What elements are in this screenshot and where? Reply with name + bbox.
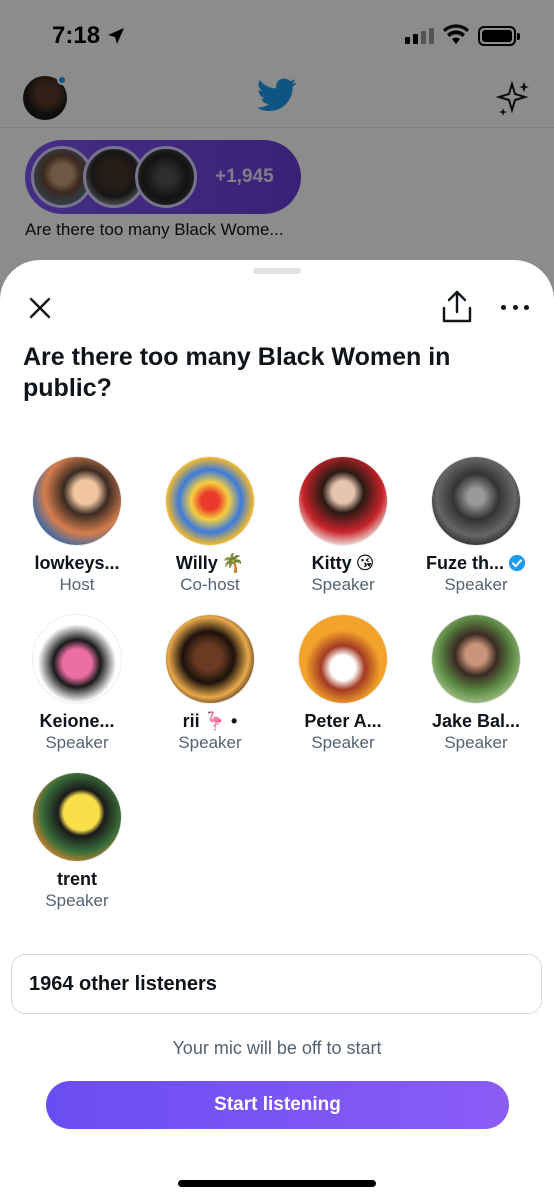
participant-name-text: rii (182, 710, 200, 731)
participant-name: trent (11, 868, 143, 890)
participant-name: rii 🦩 • (144, 710, 276, 732)
close-button[interactable] (22, 290, 58, 326)
participant-name-text: Fuze th... (426, 552, 504, 573)
participant-name-text: Jake Bal... (431, 710, 521, 731)
mic-note: Your mic will be off to start (172, 1038, 382, 1058)
participant-name-text: Peter A... (304, 710, 382, 731)
more-options-button[interactable] (498, 290, 532, 324)
home-indicator (178, 1180, 376, 1187)
participant-name: Willy 🌴 (144, 552, 276, 574)
more-dot (524, 304, 529, 310)
participant[interactable]: Willy 🌴 Co-host (144, 456, 276, 595)
participant-name: Keione... (11, 710, 143, 732)
participant-role: Speaker (178, 733, 242, 752)
participant-name-text: Kitty (311, 552, 352, 573)
space-sheet: Are there too many Black Women in public… (0, 260, 554, 1200)
participant-role: Speaker (311, 733, 375, 752)
verified-badge-icon (508, 554, 526, 572)
participant-avatar (32, 772, 122, 862)
participant-role: Speaker (311, 575, 375, 594)
participant-avatar (298, 614, 388, 704)
participant-avatar (32, 614, 122, 704)
participant-role: Speaker (444, 733, 508, 752)
participant[interactable]: Kitty 😘 Speaker (277, 456, 409, 595)
sheet-grabber[interactable] (253, 268, 301, 274)
more-dot (512, 304, 518, 310)
participant-emoji: 🌴 (221, 552, 245, 573)
participant[interactable]: Fuze th... Speaker (410, 456, 542, 595)
participant-emoji: 🦩 • (203, 710, 238, 731)
start-listening-button[interactable]: Start listening (46, 1081, 509, 1129)
participant-name: lowkeys... (11, 552, 143, 574)
share-button[interactable] (438, 288, 476, 326)
close-icon (29, 297, 51, 319)
participant-avatar (431, 614, 521, 704)
participant-name: Kitty 😘 (277, 552, 409, 574)
participant-role: Speaker (45, 891, 109, 910)
participant-name-text: trent (57, 868, 97, 889)
participant[interactable]: trent Speaker (11, 772, 143, 911)
participant-role: Co-host (180, 575, 240, 594)
participant-name-text: Willy (175, 552, 218, 573)
participant-name: Peter A... (277, 710, 409, 732)
participant-name-text: Keione... (39, 710, 115, 731)
participant-avatar (165, 456, 255, 546)
participant-name: Jake Bal... (410, 710, 542, 732)
more-dot (501, 304, 506, 310)
participant-role: Speaker (45, 733, 109, 752)
participant-emoji: 😘 (355, 552, 375, 573)
share-icon (442, 290, 472, 323)
participant[interactable]: Jake Bal... Speaker (410, 614, 542, 753)
space-title: Are there too many Black Women in public… (23, 343, 451, 402)
participant-avatar (32, 456, 122, 546)
participant-name: Fuze th... (410, 552, 542, 574)
listeners-row[interactable]: 1964 other listeners (11, 954, 542, 1014)
participant[interactable]: Keione... Speaker (11, 614, 143, 753)
participant-avatar (298, 456, 388, 546)
participant[interactable]: rii 🦩 • Speaker (144, 614, 276, 753)
participant-role: Host (59, 575, 95, 594)
participant-role: Speaker (444, 575, 508, 594)
participant-name-text: lowkeys... (34, 552, 120, 573)
participant-avatar (165, 614, 255, 704)
participant-avatar (431, 456, 521, 546)
participant[interactable]: Peter A... Speaker (277, 614, 409, 753)
participant[interactable]: lowkeys... Host (11, 456, 143, 595)
